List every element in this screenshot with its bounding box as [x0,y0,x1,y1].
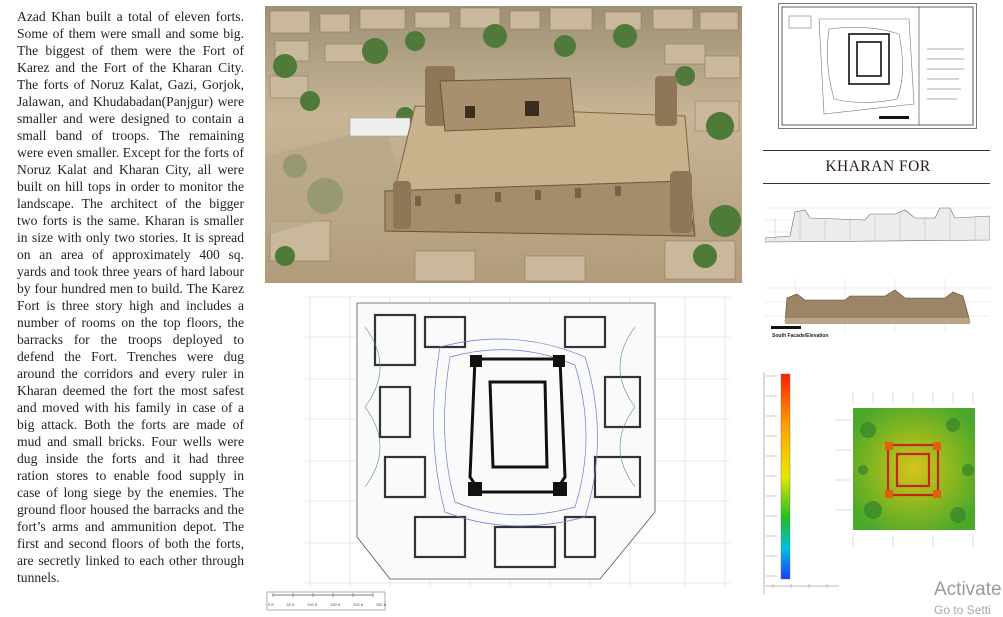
scale-label: 50 ft [286,602,295,607]
elevation-caption: South Facade/Elevation [772,333,829,339]
site-contour-plan: 0 ft 50 ft 100 ft 150 ft 200 ft 250 ft [265,287,742,612]
fort-aerial-photo [265,6,742,283]
activate-windows-title: Activate [934,579,1002,600]
elevation-scale-drawing [763,372,839,594]
scale-label: 250 ft [375,602,386,607]
elevation-photo [765,278,990,332]
scale-label: 100 ft [307,602,318,607]
contour-plan-drawing [266,296,730,611]
banner-rule-top [763,150,990,151]
sheet-drawing [781,6,974,126]
article-text: Azad Khan built a total of eleven forts.… [17,9,244,585]
elevation-color-scale [763,372,841,594]
elevation-heatmap-drawing [835,392,975,548]
scale-label: 150 ft [330,602,341,607]
scale-label: 200 ft [353,602,364,607]
banner-rule-bottom [763,183,990,184]
scale-labels: 0 ft 50 ft 100 ft 150 ft 200 ft 250 ft [268,602,386,607]
elevation-wireframe [764,198,991,246]
elevation-wireframe-drawing [764,207,991,243]
fort-aerial-illustration [265,6,742,283]
panel-title: KHARAN FOR [825,158,931,175]
elevation-photo-drawing [765,278,990,332]
elevation-heatmap [833,390,993,550]
scale-label: 0 ft [268,602,274,607]
drawing-sheet-thumbnail [778,3,977,129]
